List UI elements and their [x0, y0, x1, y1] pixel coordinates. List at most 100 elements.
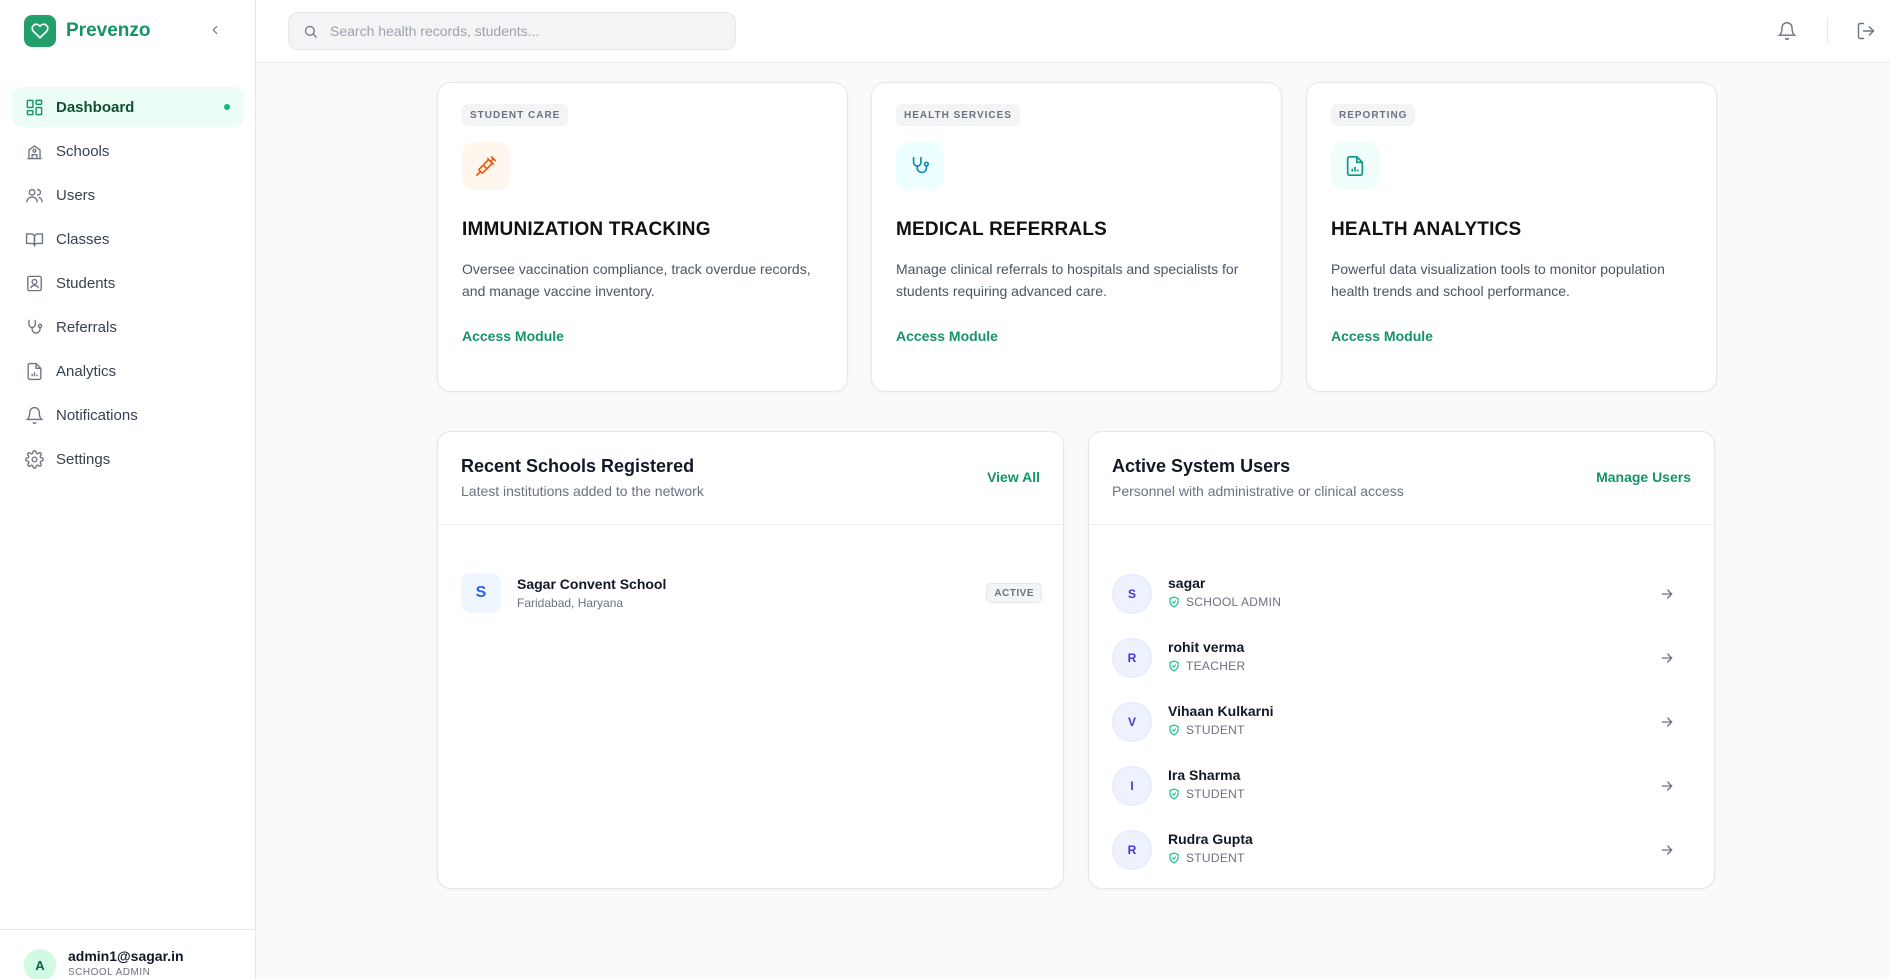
- report-icon: [1331, 142, 1379, 190]
- search-bar[interactable]: [288, 12, 736, 50]
- sidebar-item-label: Analytics: [56, 362, 117, 380]
- sidebar: Prevenzo Dashboard Schools Users Classes…: [0, 0, 256, 979]
- role-label: STUDENT: [1186, 851, 1245, 865]
- users-icon: [24, 185, 44, 205]
- search-icon: [304, 25, 317, 38]
- sidebar-item-classes[interactable]: Classes: [12, 219, 244, 259]
- sidebar-item-analytics[interactable]: Analytics: [12, 351, 244, 391]
- avatar: R: [1112, 638, 1152, 678]
- arrow-right-icon: [1661, 589, 1673, 599]
- book-icon: [24, 229, 44, 249]
- sidebar-item-label: Referrals: [56, 318, 117, 336]
- panel-subtitle: Personnel with administrative or clinica…: [1112, 483, 1404, 499]
- sidebar-item-label: Classes: [56, 230, 110, 248]
- top-header: [256, 0, 1890, 63]
- user-name: Ira Sharma: [1168, 767, 1241, 783]
- user-name: rohit verma: [1168, 639, 1245, 655]
- active-indicator-dot: [224, 104, 230, 110]
- shield-check-icon: [1169, 724, 1179, 736]
- header-divider: [1827, 18, 1828, 44]
- sidebar-item-users[interactable]: Users: [12, 175, 244, 215]
- arrow-right-icon: [1661, 717, 1673, 727]
- role-label: SCHOOL ADMIN: [1186, 595, 1282, 609]
- dashboard-icon: [24, 97, 44, 117]
- school-location: Faridabad, Haryana: [517, 596, 624, 610]
- arrow-right-icon: [1661, 781, 1673, 791]
- sidebar-item-schools[interactable]: Schools: [12, 131, 244, 171]
- user-role: SCHOOL ADMIN: [68, 967, 151, 978]
- school-icon: [24, 141, 44, 161]
- stethoscope-icon: [24, 317, 44, 337]
- logout-button[interactable]: [1856, 21, 1876, 41]
- avatar: I: [1112, 766, 1152, 806]
- sidebar-item-students[interactable]: Students: [12, 263, 244, 303]
- module-card-analytics: REPORTING HEALTH ANALYTICS Powerful data…: [1306, 82, 1717, 392]
- view-all-link[interactable]: View All: [987, 469, 1040, 485]
- panel-title: Active System Users: [1112, 456, 1291, 476]
- logout-icon: [1857, 22, 1875, 40]
- access-module-link[interactable]: Access Module: [1331, 328, 1433, 344]
- user-role: TEACHER: [1168, 659, 1245, 673]
- current-user-panel[interactable]: A admin1@sagar.in SCHOOL ADMIN: [0, 929, 256, 979]
- module-tag: REPORTING: [1331, 104, 1416, 126]
- list-item[interactable]: I Ira Sharma STUDENT: [1112, 764, 1693, 808]
- stethoscope-icon: [896, 142, 944, 190]
- panel-title: Recent Schools Registered: [461, 456, 695, 476]
- user-name: sagar: [1168, 575, 1206, 591]
- list-item[interactable]: R Rudra Gupta STUDENT: [1112, 828, 1693, 872]
- list-item[interactable]: S Sagar Convent School Faridabad, Haryan…: [461, 573, 1042, 615]
- student-icon: [24, 273, 44, 293]
- panel-subtitle: Latest institutions added to the network: [461, 483, 704, 499]
- avatar: V: [1112, 702, 1152, 742]
- notifications-button[interactable]: [1777, 21, 1797, 41]
- module-tag: STUDENT CARE: [462, 104, 569, 126]
- module-title: MEDICAL REFERRALS: [896, 219, 1107, 240]
- status-badge: ACTIVE: [986, 583, 1042, 603]
- sidebar-item-label: Settings: [56, 450, 111, 468]
- divider: [1089, 524, 1714, 525]
- sidebar-item-referrals[interactable]: Referrals: [12, 307, 244, 347]
- list-item[interactable]: R rohit verma TEACHER: [1112, 636, 1693, 680]
- module-card-referrals: HEALTH SERVICES MEDICAL REFERRALS Manage…: [871, 82, 1282, 392]
- list-item[interactable]: V Vihaan Kulkarni STUDENT: [1112, 700, 1693, 744]
- role-label: TEACHER: [1186, 659, 1246, 673]
- recent-schools-panel: Recent Schools Registered Latest institu…: [437, 431, 1064, 889]
- avatar: R: [1112, 830, 1152, 870]
- manage-users-link[interactable]: Manage Users: [1596, 469, 1691, 485]
- sidebar-item-label: Users: [56, 186, 96, 204]
- arrow-right-icon: [1661, 845, 1673, 855]
- heart-logo-icon: [24, 15, 56, 47]
- gear-icon: [24, 449, 44, 469]
- syringe-icon: [462, 142, 510, 190]
- module-description: Oversee vaccination compliance, track ov…: [462, 261, 811, 299]
- user-name: Rudra Gupta: [1168, 831, 1253, 847]
- sidebar-item-notifications[interactable]: Notifications: [12, 395, 244, 435]
- bell-icon: [24, 405, 44, 425]
- brand[interactable]: Prevenzo: [24, 15, 150, 47]
- avatar: S: [1112, 574, 1152, 614]
- brand-name: Prevenzo: [66, 20, 151, 41]
- list-item[interactable]: S sagar SCHOOL ADMIN: [1112, 572, 1693, 616]
- user-role: STUDENT: [1168, 851, 1245, 865]
- sidebar-item-dashboard[interactable]: Dashboard: [12, 87, 244, 127]
- search-input[interactable]: [330, 23, 710, 39]
- user-role: STUDENT: [1168, 787, 1245, 801]
- role-label: STUDENT: [1186, 787, 1245, 801]
- user-email: admin1@sagar.in: [68, 948, 184, 964]
- module-title: IMMUNIZATION TRACKING: [462, 219, 711, 240]
- user-role: SCHOOL ADMIN: [1168, 595, 1281, 609]
- shield-check-icon: [1169, 788, 1179, 800]
- bell-icon: [1777, 22, 1797, 41]
- shield-check-icon: [1169, 596, 1179, 608]
- avatar: A: [24, 949, 56, 979]
- school-name: Sagar Convent School: [517, 576, 667, 592]
- analytics-icon: [24, 361, 44, 381]
- module-tag: HEALTH SERVICES: [896, 104, 1020, 126]
- collapse-sidebar-button[interactable]: [206, 21, 224, 39]
- sidebar-item-label: Dashboard: [56, 98, 135, 116]
- access-module-link[interactable]: Access Module: [896, 328, 998, 344]
- access-module-link[interactable]: Access Module: [462, 328, 564, 344]
- user-name: Vihaan Kulkarni: [1168, 703, 1274, 719]
- sidebar-nav: Dashboard Schools Users Classes Students…: [12, 87, 244, 483]
- sidebar-item-settings[interactable]: Settings: [12, 439, 244, 479]
